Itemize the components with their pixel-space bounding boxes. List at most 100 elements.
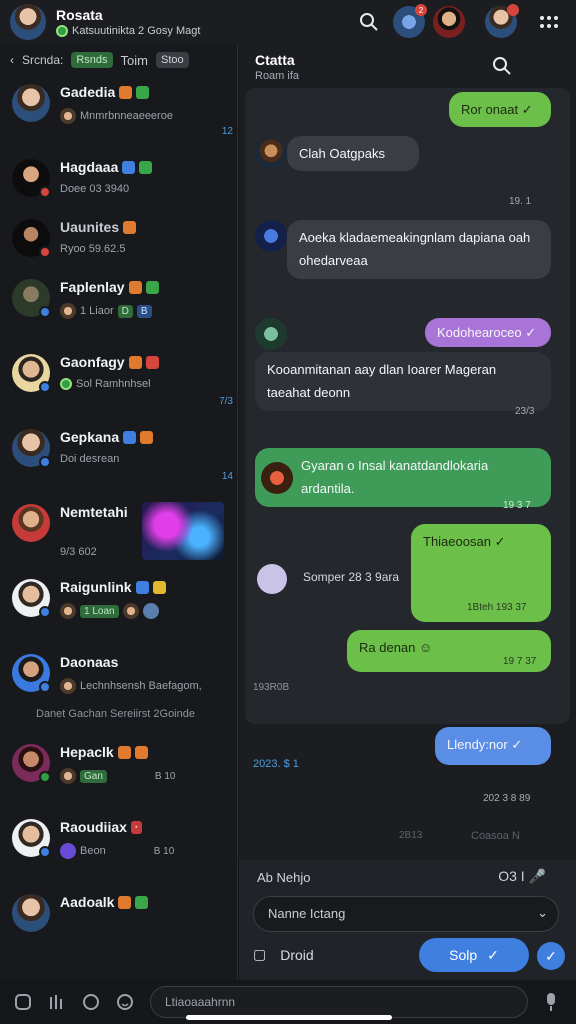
avatar [12,354,51,393]
contact-name: Gepkana [60,429,120,445]
media-thumbnail[interactable] [142,502,224,560]
tab-3[interactable]: Stoo [156,52,189,68]
message-bubble[interactable]: Ror onaat ✓ [449,92,551,128]
emoji-icon[interactable] [114,991,136,1013]
message-input[interactable]: Nanne Ictang ⌄ [253,896,559,932]
date-label: 202 3 8 89 [483,793,531,804]
check-icon: ✓ [545,947,557,964]
sender-avatar [255,318,287,350]
meta-left: 2B13 [399,830,423,841]
status-icon [56,25,68,37]
mic-icon[interactable]: 🎤 [529,868,546,884]
chat-row[interactable]: Uaunites Ryoo 59.62.5 [0,211,237,271]
chat-row[interactable]: Nemtetahi 9/3 602 [0,496,237,571]
tab-active[interactable]: Rsnds [71,52,113,68]
more-menu-icon[interactable] [532,5,566,39]
avatar [12,429,51,468]
home-icon[interactable] [12,991,34,1013]
chevron-down-icon[interactable]: ⌄ [537,905,548,921]
contact-name: Hepaclk [60,744,114,760]
mini-avatar [60,108,76,124]
chat-row[interactable]: Gaonfagy Sol Ramhnhsel 7/3 [0,346,237,421]
chat-preview: Ryoo 59.62.5 [60,243,126,255]
avatar [12,819,51,858]
bottom-input[interactable]: Ltiaoaaahrnn [150,986,528,1018]
search-icon[interactable] [352,5,386,39]
emoji-icon [123,220,137,234]
chat-row[interactable]: Raoudiiax · Beon B 10 [0,811,237,886]
mini-avatar [122,603,139,619]
contact-name: Gadedia [60,84,116,100]
mic-icon[interactable] [540,991,562,1013]
avatar [12,504,50,542]
app-titles: Rosata Katsuutinikta 2 Gosy Magt [56,7,346,37]
emoji-icon [122,160,136,174]
chat-preview: Mnmrbnneaeeeroe [80,110,173,122]
chat-time: 7/3 [219,396,233,407]
chat-preview: 9/3 602 [60,546,97,558]
avatar [12,579,51,618]
sticker-icon[interactable] [80,991,102,1013]
message-bubble[interactable]: Kooanmitanan aay dlan Ioarer Mageran tae… [255,352,551,411]
chat-row[interactable]: Hagdaaa Doee 03 3940 [0,151,237,211]
contact-name: Aadoalk [60,894,115,910]
back-icon[interactable]: ‹ [10,53,14,67]
conversation-panel: Ctatta Roam ifa Ror onaat ✓ Clah Oatgpak… [239,44,576,980]
send-row: ▢ Droid Solp ✓ ✓ [253,938,573,974]
story-avatar-1[interactable]: 2 [392,4,427,39]
mini-avatar [60,603,76,619]
chat-row[interactable]: Hepaclk Gan B 10 [0,736,237,811]
chat-row[interactable]: Gadedia Mnmrbnneaeeeroe 12 [0,76,237,151]
message-bubble[interactable]: Aoeka kladaemeakingnlam dapiana oah ohed… [287,220,551,279]
mini-avatar [60,303,76,319]
pill-badge: B 10 [153,845,175,857]
check-icon: ✓ [487,946,499,963]
note-text: Somper 28 3 9ara [303,570,400,584]
chat-preview: 1 Loan [80,604,119,618]
contact-name: Raoudiiax [60,819,127,835]
meta-right: Coasoa N [471,830,520,842]
chat-row[interactable]: Aadoalk [0,886,237,961]
send-button[interactable]: Solp ✓ [419,938,529,972]
composer-icons[interactable]: O3 I 🎤 [498,868,546,885]
chat-row[interactable]: Gepkana Doi desrean 14 [0,421,237,496]
confirm-button[interactable]: ✓ [537,942,565,970]
chat-row[interactable]: Daonaas Lechnhsensh Baefagom, Danet Gach… [0,646,237,736]
emoji-icon [140,430,154,444]
message-bubble[interactable]: Llendy:nor ✓ [435,727,551,765]
emoji-icon [123,430,137,444]
story-avatar-3[interactable] [484,4,519,39]
library-icon[interactable] [46,991,68,1013]
avatar [12,744,51,783]
tab-2[interactable]: Toim [121,53,148,68]
pill-badge: B [136,304,152,318]
draft-label: Droid [280,946,314,963]
tab-back-label[interactable]: Srcnda: [22,53,63,67]
mini-avatar [142,603,159,619]
chat-list-tabs: ‹ Srcnda: Rsnds Toim Stoo [0,44,237,76]
draft-icon[interactable]: ▢ [253,946,266,963]
search-icon[interactable] [492,56,512,81]
message-bubble[interactable]: Kodohearoceo ✓ [425,318,551,348]
contact-name: Uaunites [60,219,120,235]
profile-avatar[interactable] [10,4,46,40]
chat-preview: Sol Ramhnhsel [76,378,151,390]
story-avatar-2[interactable] [432,5,466,39]
conversation-header: Ctatta Roam ifa [239,44,576,88]
chat-row[interactable]: Raigunlink 1 Loan [0,571,237,646]
message-time: 19. 1 [509,196,532,207]
message-area: Ror onaat ✓ Clah Oatgpaks 19. 1 Aoeka kl… [245,88,570,724]
emoji-icon [128,280,142,294]
chat-preview: Lechnhsensh Baefagom, [80,680,202,692]
emoji-icon [117,745,131,759]
emoji-icon [119,85,133,99]
contact-name: Daonaas [60,654,119,670]
chat-time: 14 [221,471,233,482]
composer-label: Ab Nehjo [257,870,311,885]
tag-badge: · [130,820,143,834]
chat-list-panel: ‹ Srcnda: Rsnds Toim Stoo Gadedia Mnmrbn… [0,44,238,980]
emoji-icon [118,895,132,909]
chat-row[interactable]: Faplenlay 1 Liaor D B [0,271,237,346]
message-bubble[interactable]: Clah Oatgpaks [287,136,419,172]
message-bubble[interactable]: Gyaran o Insal kanatdandlokaria ardantil… [255,448,551,507]
